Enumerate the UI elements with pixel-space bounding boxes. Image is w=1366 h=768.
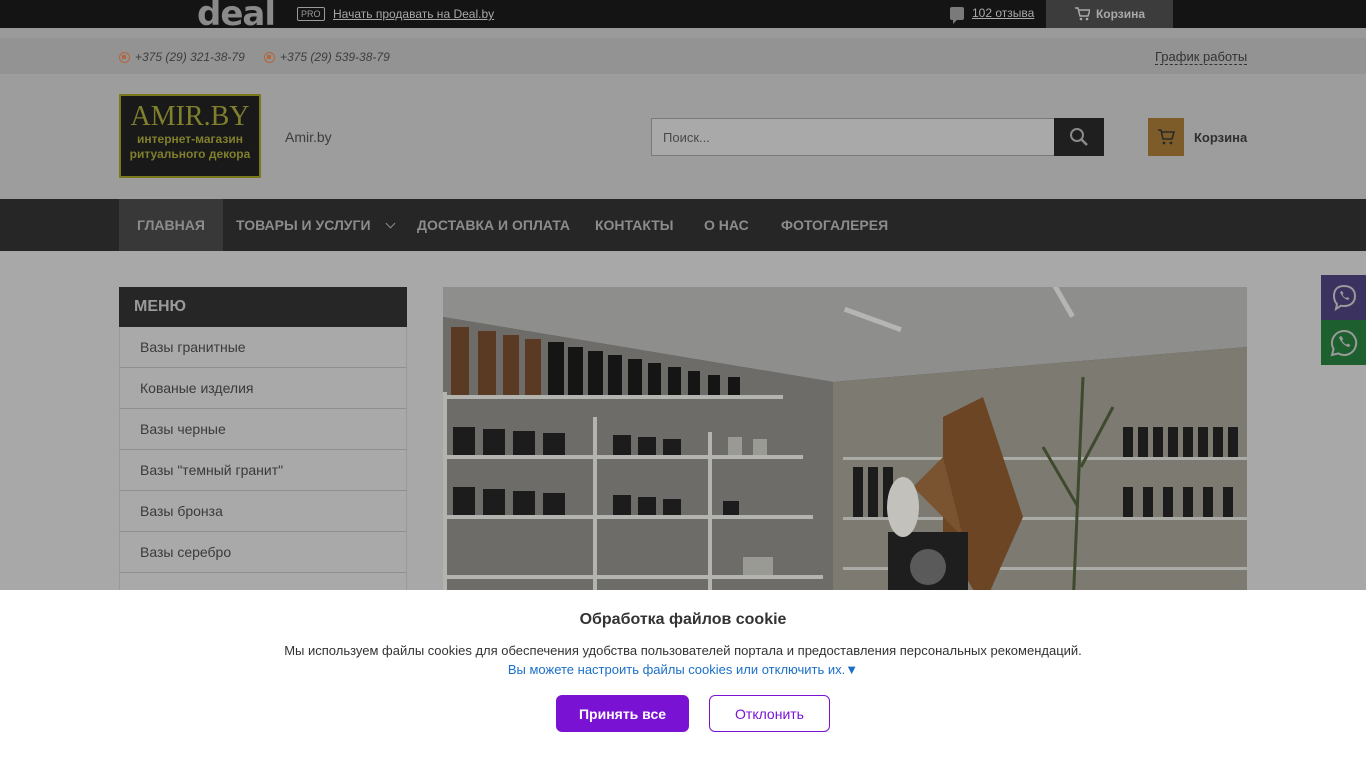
site-header: AMIR.BY интернет-магазин ритуального дек… — [0, 74, 1366, 199]
cookie-settings-link[interactable]: Вы можете настроить файлы cookies или от… — [0, 662, 1366, 677]
sidebar-item-granite-vases[interactable]: Вазы гранитные — [119, 327, 407, 368]
nav-gallery-label: ФОТОГАЛЕРЕЯ — [781, 217, 889, 233]
deal-cart-button[interactable]: Корзина — [1046, 0, 1173, 28]
sidebar-item-silver[interactable]: Вазы серебро — [119, 532, 407, 573]
viber-icon — [1332, 284, 1356, 311]
comment-icon — [950, 6, 964, 24]
cart-icon-box — [1148, 118, 1184, 156]
site-name: Amir.by — [285, 129, 332, 145]
logo-title: AMIR.BY — [130, 101, 250, 132]
phone-2-text: +375 (29) 539-38-79 — [280, 50, 390, 64]
deal-top-bar: deal PRO Начать продавать на Deal.by 102… — [0, 0, 1366, 31]
sidebar-item-forged[interactable]: Кованые изделия — [119, 368, 407, 409]
header-cart-label: Корзина — [1194, 129, 1248, 145]
phone-1[interactable]: +375 (29) 321-38-79 — [119, 50, 245, 64]
decline-button[interactable]: Отклонить — [709, 695, 830, 732]
viber-button[interactable] — [1321, 275, 1366, 320]
cart-icon — [1158, 129, 1175, 145]
nav-about-label: О НАС — [704, 217, 749, 233]
sidebar-item-dark-granite[interactable]: Вазы "темный гранит" — [119, 450, 407, 491]
nav-delivery[interactable]: ДОСТАВКА И ОПЛАТА — [417, 199, 570, 251]
pro-badge: PRO — [297, 7, 325, 21]
main-nav: ГЛАВНАЯ ТОВАРЫ И УСЛУГИ ДОСТАВКА И ОПЛАТ… — [0, 199, 1366, 251]
chevron-down-icon — [385, 218, 395, 228]
nav-contacts[interactable]: КОНТАКТЫ — [595, 199, 673, 251]
logo-subtitle-2: ритуального декора — [129, 147, 251, 161]
schedule-link[interactable]: График работы — [1155, 49, 1248, 65]
reviews-link[interactable]: 102 отзыва — [972, 6, 1034, 20]
phone-icon — [119, 51, 130, 63]
sidebar-title: МЕНЮ — [119, 287, 407, 327]
phone-1-text: +375 (29) 321-38-79 — [135, 50, 245, 64]
sidebar-item-bronze[interactable]: Вазы бронза — [119, 491, 407, 532]
cart-icon — [1074, 7, 1090, 21]
whatsapp-button[interactable] — [1321, 320, 1366, 365]
store-photo-banner[interactable] — [443, 287, 1247, 607]
search-icon — [1070, 128, 1088, 146]
phone-icon — [264, 51, 275, 63]
sidebar-item-black-vases[interactable]: Вазы черные — [119, 409, 407, 450]
nav-products-label: ТОВАРЫ И УСЛУГИ — [236, 217, 371, 233]
logo-subtitle-1: интернет-магазин — [137, 132, 243, 146]
whatsapp-icon — [1330, 329, 1357, 356]
deal-cart-label: Корзина — [1095, 7, 1146, 21]
deal-logo[interactable]: deal — [197, 0, 276, 31]
nav-products[interactable]: ТОВАРЫ И УСЛУГИ — [236, 199, 395, 251]
cookie-text: Мы используем файлы cookies для обеспече… — [284, 643, 1082, 658]
nav-delivery-label: ДОСТАВКА И ОПЛАТА — [417, 217, 570, 233]
site-logo[interactable]: AMIR.BY интернет-магазин ритуального дек… — [119, 94, 261, 178]
sidebar-menu: Вазы гранитные Кованые изделия Вазы черн… — [119, 327, 407, 614]
reviews: 102 отзыва — [950, 6, 1034, 24]
contacts-bar: +375 (29) 321-38-79 +375 (29) 539-38-79 … — [0, 38, 1366, 74]
cookie-title: Обработка файлов cookie — [579, 611, 787, 628]
cookie-banner: Обработка файлов cookie Мы используем фа… — [0, 590, 1366, 768]
nav-contacts-label: КОНТАКТЫ — [595, 217, 674, 233]
start-selling-link[interactable]: Начать продавать на Deal.by — [333, 7, 494, 21]
store-photo — [443, 287, 1247, 607]
nav-gallery[interactable]: ФОТОГАЛЕРЕЯ — [781, 199, 888, 251]
search-button[interactable] — [1054, 118, 1104, 156]
search-input[interactable] — [651, 118, 1055, 156]
nav-home[interactable]: ГЛАВНАЯ — [119, 199, 223, 251]
nav-home-label: ГЛАВНАЯ — [137, 217, 205, 233]
nav-about[interactable]: О НАС — [704, 199, 749, 251]
accept-all-button[interactable]: Принять все — [556, 695, 689, 732]
phone-2[interactable]: +375 (29) 539-38-79 — [264, 50, 390, 64]
header-cart[interactable]: Корзина — [1148, 118, 1247, 156]
